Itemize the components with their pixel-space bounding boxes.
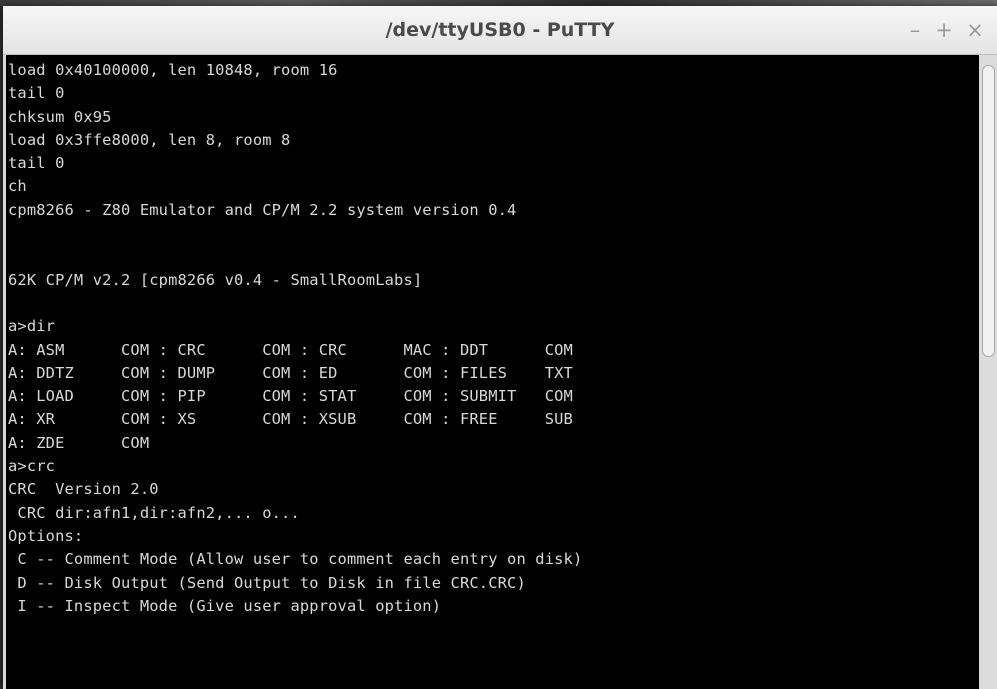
scrollbar-thumb[interactable]	[982, 65, 995, 357]
terminal-line: A: DDTZ COM : DUMP COM : ED COM : FILES …	[8, 363, 573, 382]
terminal-line: CRC Version 2.0	[8, 480, 159, 499]
vertical-scrollbar[interactable]	[980, 55, 997, 689]
terminal-output: load 0x40100000, len 10848, room 16 tail…	[8, 59, 582, 618]
terminal-line: D -- Disk Output (Send Output to Disk in…	[8, 573, 526, 592]
terminal-line: tail 0	[8, 154, 65, 173]
terminal-line: a>dir	[8, 317, 56, 336]
terminal-line: chksum 0x95	[8, 107, 112, 126]
terminal-line: I -- Inspect Mode (Give user approval op…	[8, 596, 442, 615]
terminal-line: CRC dir:afn1,dir:afn2,... o...	[8, 503, 300, 522]
terminal-line: tail 0	[8, 84, 65, 103]
terminal-line: load 0x40100000, len 10848, room 16	[8, 61, 338, 79]
terminal-line: A: ZDE COM	[8, 433, 150, 452]
terminal-line: cpm8266 - Z80 Emulator and CP/M 2.2 syst…	[8, 200, 517, 219]
terminal-line: a>crc	[8, 457, 56, 476]
window-title: /dev/ttyUSB0 - PuTTY	[385, 19, 615, 41]
maximize-button[interactable]: +	[930, 16, 958, 44]
terminal-line: A: XR COM : XS COM : XSUB COM : FREE SUB	[8, 410, 573, 429]
terminal-line: A: LOAD COM : PIP COM : STAT COM : SUBMI…	[8, 387, 573, 406]
terminal-line: Options:	[8, 526, 84, 545]
putty-window: /dev/ttyUSB0 - PuTTY – + × load 0x401000…	[3, 6, 997, 689]
terminal-line: ch	[8, 177, 27, 196]
terminal-line: load 0x3ffe8000, len 8, room 8	[8, 130, 291, 149]
terminal-screen[interactable]: load 0x40100000, len 10848, room 16 tail…	[6, 55, 979, 689]
terminal-line: A: ASM COM : CRC COM : CRC MAC : DDT COM	[8, 340, 573, 359]
terminal-line: C -- Comment Mode (Allow user to comment…	[8, 550, 583, 569]
minimize-button[interactable]: –	[901, 16, 929, 44]
title-bar[interactable]: /dev/ttyUSB0 - PuTTY – + ×	[3, 6, 997, 55]
close-button[interactable]: ×	[961, 16, 989, 44]
terminal-line: 62K CP/M v2.2 [cpm8266 v0.4 - SmallRoomL…	[8, 270, 423, 289]
